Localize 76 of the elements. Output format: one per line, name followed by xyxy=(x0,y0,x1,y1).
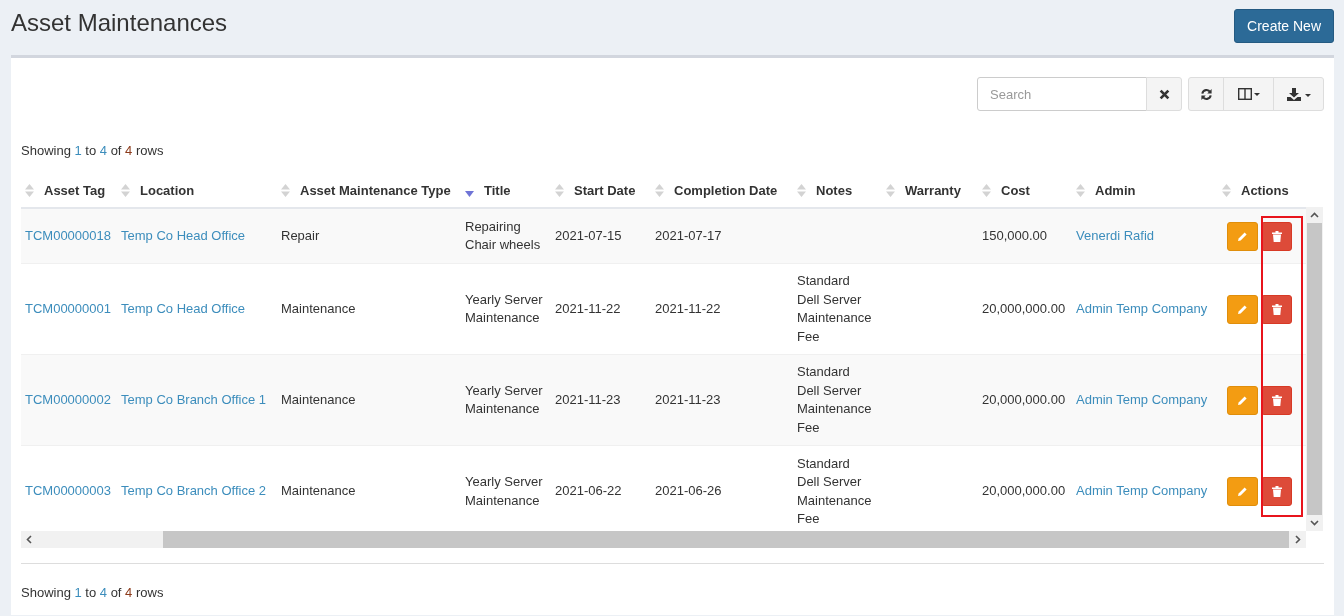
table-cell: Maintenance xyxy=(281,391,356,407)
table-cell-text: Yearly Server Maintenance xyxy=(465,381,543,418)
edit-button[interactable] xyxy=(1227,477,1258,506)
scroll-down-icon xyxy=(1310,520,1319,526)
column-header[interactable]: Location xyxy=(140,183,195,199)
table-cell: Repair xyxy=(281,227,320,243)
delete-button[interactable] xyxy=(1261,477,1292,506)
table-cell-text: Repairing Chair wheels xyxy=(465,217,542,254)
column-header[interactable]: Completion Date xyxy=(674,183,778,199)
table-link[interactable]: Admin Temp Company xyxy=(1076,300,1208,316)
table-link[interactable]: TCM00000001 xyxy=(25,300,111,316)
delete-button[interactable] xyxy=(1261,385,1292,415)
edit-button[interactable] xyxy=(1227,385,1258,415)
column-header[interactable]: Warranty xyxy=(905,183,961,199)
table-link[interactable]: Admin Temp Company xyxy=(1076,483,1208,499)
clear-search-button[interactable] xyxy=(1146,77,1182,111)
table-cell-text: Yearly Server Maintenance xyxy=(465,290,543,327)
delete-button[interactable] xyxy=(1261,294,1292,324)
scroll-up-icon xyxy=(1310,212,1319,218)
table-link[interactable]: Temp Co Branch Office 1 xyxy=(121,391,266,407)
trash-icon xyxy=(1271,394,1282,406)
pencil-icon xyxy=(1237,303,1248,315)
delete-button[interactable] xyxy=(1261,221,1292,251)
columns-button[interactable] xyxy=(1223,77,1274,111)
scroll-left-icon xyxy=(26,535,32,544)
trash-icon xyxy=(1271,303,1282,315)
close-icon xyxy=(1158,88,1170,100)
table-cell: 2021-06-26 xyxy=(655,483,722,499)
table-cell: Yearly Server Maintenance xyxy=(465,473,543,510)
horizontal-scrollbar[interactable] xyxy=(21,531,1306,548)
refresh-icon xyxy=(1199,87,1213,101)
table-link[interactable]: TCM00000002 xyxy=(25,391,111,407)
pencil-icon xyxy=(1237,230,1248,242)
column-header[interactable]: Cost xyxy=(1001,183,1030,199)
column-header[interactable]: Actions xyxy=(1241,183,1289,199)
edit-button[interactable] xyxy=(1227,221,1258,251)
table-cell: 150,000.00 xyxy=(982,227,1048,243)
table-cell: Maintenance xyxy=(281,300,356,316)
pencil-icon xyxy=(1237,394,1248,406)
pagination-info: Showing 1 to 4 of 4 rows xyxy=(21,584,165,602)
search-field[interactable]: Search xyxy=(977,77,1147,111)
create-new-button[interactable]: Create New xyxy=(1234,9,1334,43)
table-link[interactable]: Venerdi Rafid xyxy=(1076,227,1155,243)
table-cell: 2021-07-17 xyxy=(655,227,722,243)
trash-icon xyxy=(1271,230,1282,242)
pencil-icon xyxy=(1237,486,1248,497)
pagination-info: Showing 1 to 4 of 4 rows xyxy=(21,142,165,160)
edit-button[interactable] xyxy=(1227,294,1258,324)
table-cell: 2021-07-15 xyxy=(555,227,622,243)
scroll-right-icon xyxy=(1295,535,1301,544)
columns-icon xyxy=(1237,88,1260,100)
vertical-scrollbar[interactable] xyxy=(1306,207,1323,531)
table-cell: 2021-11-22 xyxy=(655,300,721,316)
table-link[interactable]: Temp Co Branch Office 2 xyxy=(121,483,266,499)
column-header[interactable]: Admin xyxy=(1095,183,1136,199)
export-button[interactable] xyxy=(1273,77,1324,111)
table-cell: 20,000,000.00 xyxy=(982,483,1066,499)
table-cell: Maintenance xyxy=(281,483,356,499)
column-header[interactable]: Notes xyxy=(816,183,853,199)
column-header[interactable]: Asset Tag xyxy=(44,183,106,199)
table-cell: 2021-06-22 xyxy=(555,483,622,499)
column-header[interactable]: Title xyxy=(484,183,511,199)
table-link[interactable]: TCM00000003 xyxy=(25,483,111,499)
trash-icon xyxy=(1271,486,1282,497)
refresh-button[interactable] xyxy=(1188,77,1224,111)
table-cell: 2021-11-23 xyxy=(555,391,621,407)
table-link[interactable]: Temp Co Head Office xyxy=(121,300,246,316)
table-cell: 20,000,000.00 xyxy=(982,300,1066,316)
table-link[interactable]: Admin Temp Company xyxy=(1076,391,1208,407)
column-header[interactable]: Start Date xyxy=(574,183,636,199)
column-header[interactable]: Asset Maintenance Type xyxy=(300,183,451,199)
table-cell: 20,000,000.00 xyxy=(982,391,1066,407)
page-title: Asset Maintenances xyxy=(11,9,228,37)
table-cell: 2021-11-22 xyxy=(555,300,621,316)
table-cell: 2021-11-23 xyxy=(655,391,721,407)
download-icon xyxy=(1286,87,1311,101)
